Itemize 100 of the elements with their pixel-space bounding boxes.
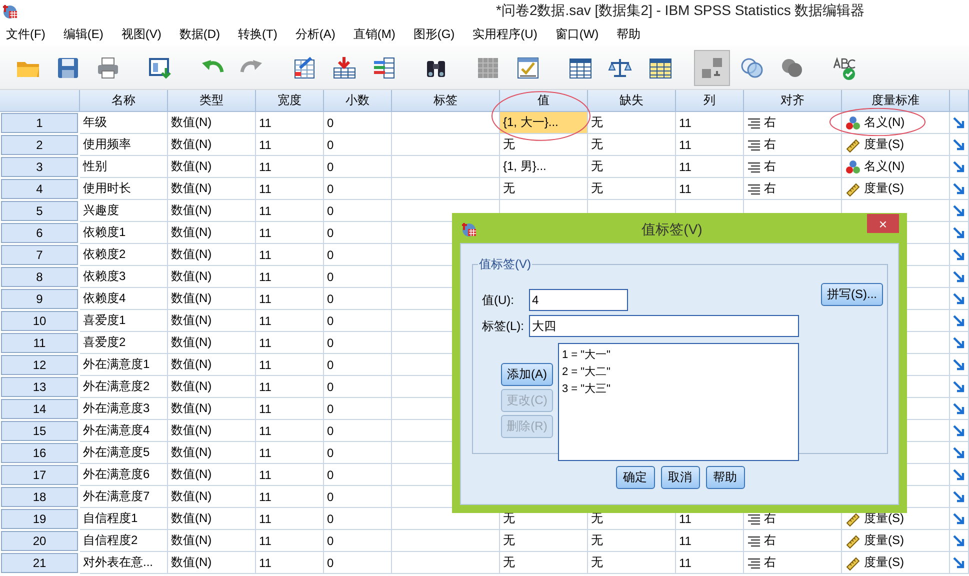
menu-item[interactable]: 编辑(E) [60,26,110,42]
table-cell: 11 [256,420,324,442]
arrow-icon [952,314,966,328]
menu-item[interactable]: 窗口(W) [552,26,605,42]
row-number[interactable]: 18 [1,487,78,507]
table-cell: 11 [256,332,324,354]
menu-item[interactable]: 视图(V) [118,26,168,42]
menu-item[interactable]: 帮助 [614,26,647,42]
arrow-icon [952,138,966,152]
row-number[interactable]: 15 [1,421,78,441]
table-cell: 11 [256,354,324,376]
table-cell: 11 [256,508,324,530]
column-header[interactable]: 宽度 [256,90,324,112]
table-cell: 数值(N) [168,244,256,266]
row-number[interactable]: 21 [1,553,78,573]
table-cell: 右 [764,532,776,549]
menu-item[interactable]: 分析(A) [292,26,342,42]
close-button[interactable]: × [867,214,899,233]
spell-button[interactable]: 拼写(S)... [821,282,883,306]
bars-table-icon [371,54,397,80]
ruler-icon [845,136,861,152]
table-cell: 0 [324,442,392,464]
dialog-button[interactable]: 取消 [660,466,700,489]
arrow-icon [952,424,966,438]
menu-item[interactable]: 转换(T) [235,26,284,42]
row-number[interactable]: 1 [1,113,78,133]
arrow-icon [952,248,966,262]
table-cell: 11 [256,376,324,398]
column-header[interactable]: 度量标准 [842,90,950,112]
table-cell: 11 [676,156,744,178]
menu-item[interactable]: 实用程序(U) [470,26,544,42]
row-number[interactable]: 13 [1,377,78,397]
table-cell: 数值(N) [168,112,256,134]
row-number[interactable]: 7 [1,245,78,265]
column-header[interactable]: 值 [500,90,588,112]
menu-item[interactable]: 数据(D) [176,26,226,42]
arrow-icon [952,182,966,196]
list-item[interactable]: 3 = "大三" [562,381,795,396]
column-header[interactable]: 名称 [80,90,168,112]
row-number[interactable]: 11 [1,333,78,353]
row-number[interactable]: 5 [1,201,78,221]
menu-item[interactable]: 图形(G) [410,26,461,42]
arrow-icon [952,226,966,240]
column-header[interactable]: 列 [676,90,744,112]
menu-item[interactable]: 直销(M) [350,26,402,42]
group-title: 值标签(V) [478,256,532,273]
row-number[interactable]: 19 [1,509,78,529]
table-cell: 外在满意度3 [80,398,168,420]
arrow-icon [952,116,966,130]
dialog-button[interactable]: 帮助 [706,466,744,489]
table-cell: 0 [324,354,392,376]
table-cell: 11 [256,398,324,420]
table-cell: 0 [324,464,392,486]
row-number[interactable]: 4 [1,179,78,199]
row-number[interactable]: 16 [1,443,78,463]
row-number[interactable]: 20 [1,531,78,551]
table-cell: 数值(N) [168,442,256,464]
list-item[interactable]: 2 = "大二" [562,364,795,379]
arrow-icon [952,270,966,284]
table-cell: 11 [676,134,744,156]
ruler-icon [845,510,861,526]
column-header[interactable]: 小数 [324,90,392,112]
table-cell: 度量(S) [864,180,904,197]
table-cell: 0 [324,134,392,156]
label-field[interactable]: 大四 [529,315,799,337]
table-cell: 0 [324,244,392,266]
table-cell: 自信程度2 [80,530,168,552]
arrow-icon [952,490,966,504]
column-header[interactable]: 缺失 [588,90,676,112]
table-cell: 数值(N) [168,288,256,310]
arrow-icon [952,446,966,460]
row-number[interactable]: 8 [1,267,78,287]
row-number[interactable]: 10 [1,311,78,331]
dialog-button[interactable]: 确定 [616,466,654,489]
menu-item[interactable]: 文件(F) [3,26,52,42]
table-cell: 依赖度2 [80,244,168,266]
table-cell: 外在满意度5 [80,442,168,464]
row-number[interactable]: 3 [1,157,78,177]
table-cell: 喜爱度1 [80,310,168,332]
align-right-icon [747,160,761,172]
table-cell: 11 [256,310,324,332]
column-header[interactable]: 标签 [392,90,500,112]
row-number[interactable]: 14 [1,399,78,419]
header-cell [950,90,969,112]
column-header[interactable]: 类型 [168,90,256,112]
row-number[interactable]: 9 [1,289,78,309]
table-cell: 无 [500,530,588,552]
row-number[interactable]: 17 [1,465,78,485]
row-number[interactable]: 2 [1,135,78,155]
column-header[interactable]: 对齐 [744,90,842,112]
value-field[interactable]: 4 [529,289,628,311]
row-number[interactable]: 6 [1,223,78,243]
arrow-icon [952,358,966,372]
list-item[interactable]: 1 = "大一" [562,347,795,362]
value-label-list[interactable]: 1 = "大一" 2 = "大二" 3 = "大三" [558,343,799,461]
table-cell: 外在满意度6 [80,464,168,486]
table-cell: 11 [256,530,324,552]
dialog-button[interactable]: 添加(A) [501,363,553,386]
row-number[interactable]: 12 [1,355,78,375]
dialog-title: 值标签(V) [640,221,704,239]
